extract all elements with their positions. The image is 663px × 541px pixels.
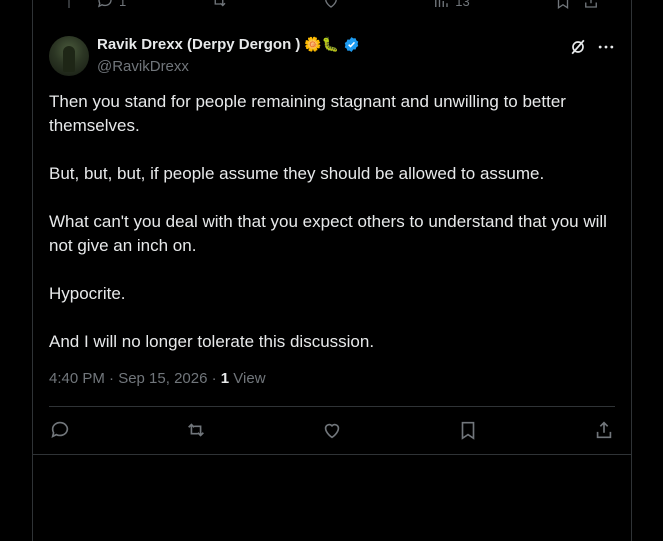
- share-icon[interactable]: [593, 419, 615, 441]
- repost-icon[interactable]: [185, 419, 207, 441]
- prev-repost-button[interactable]: [210, 0, 228, 10]
- repost-icon: [214, 0, 226, 7]
- like-icon[interactable]: [321, 419, 343, 441]
- tweet-views-count: 1: [220, 370, 230, 387]
- tweet-paragraph: And I will no longer tolerate this discu…: [49, 332, 375, 351]
- reply-icon: [97, 0, 112, 8]
- author-name-row: Ravik Drexx (Derpy Dergon ) 🌼🐛: [97, 36, 360, 53]
- tweet-actions: [49, 418, 615, 442]
- tweet-paragraph: But, but, but, if people assume they sho…: [49, 164, 545, 183]
- tweet-bottom-divider: [33, 454, 631, 455]
- prev-reply-button[interactable]: 1: [96, 0, 126, 10]
- prev-view-count: 13: [455, 0, 470, 9]
- grok-icon[interactable]: [568, 37, 588, 57]
- bookmark-icon: [557, 0, 568, 10]
- prev-share-button[interactable]: [582, 0, 600, 10]
- tweet-paragraph: Hypocrite.: [49, 284, 126, 303]
- like-icon: [325, 0, 338, 8]
- reply-icon[interactable]: [49, 419, 71, 441]
- tweet-views-label: View: [229, 370, 266, 387]
- thread-connector-line: [68, 0, 70, 8]
- prev-views-button[interactable]: 13: [432, 0, 470, 10]
- more-icon[interactable]: [596, 37, 616, 57]
- tweet-text: Then you stand for people remaining stag…: [49, 90, 609, 378]
- tweet-timestamp[interactable]: 4:40 PM · Sep 15, 2026 ·: [49, 370, 221, 387]
- verified-badge-icon[interactable]: [343, 36, 360, 53]
- share-icon: [584, 0, 597, 8]
- author-name-emojis: 🌼🐛: [304, 36, 340, 52]
- avatar-figure: [63, 46, 75, 72]
- previous-tweet-actions: 1 13: [96, 0, 615, 11]
- actions-divider: [49, 406, 615, 407]
- prev-like-button[interactable]: [322, 0, 340, 10]
- avatar[interactable]: [49, 36, 89, 76]
- prev-reply-count: 1: [119, 0, 127, 9]
- author-display-name[interactable]: Ravik Drexx (Derpy Dergon ): [97, 36, 300, 53]
- analytics-icon: [435, 0, 448, 7]
- tweet-paragraph: What can't you deal with that you expect…: [49, 212, 607, 255]
- prev-bookmark-button[interactable]: [554, 0, 572, 10]
- bookmark-icon[interactable]: [457, 419, 479, 441]
- author-handle[interactable]: @RavikDrexx: [97, 58, 189, 75]
- tweet-meta: 4:40 PM · Sep 15, 2026 · 1 View: [49, 370, 266, 387]
- tweet-paragraph: Then you stand for people remaining stag…: [49, 92, 566, 135]
